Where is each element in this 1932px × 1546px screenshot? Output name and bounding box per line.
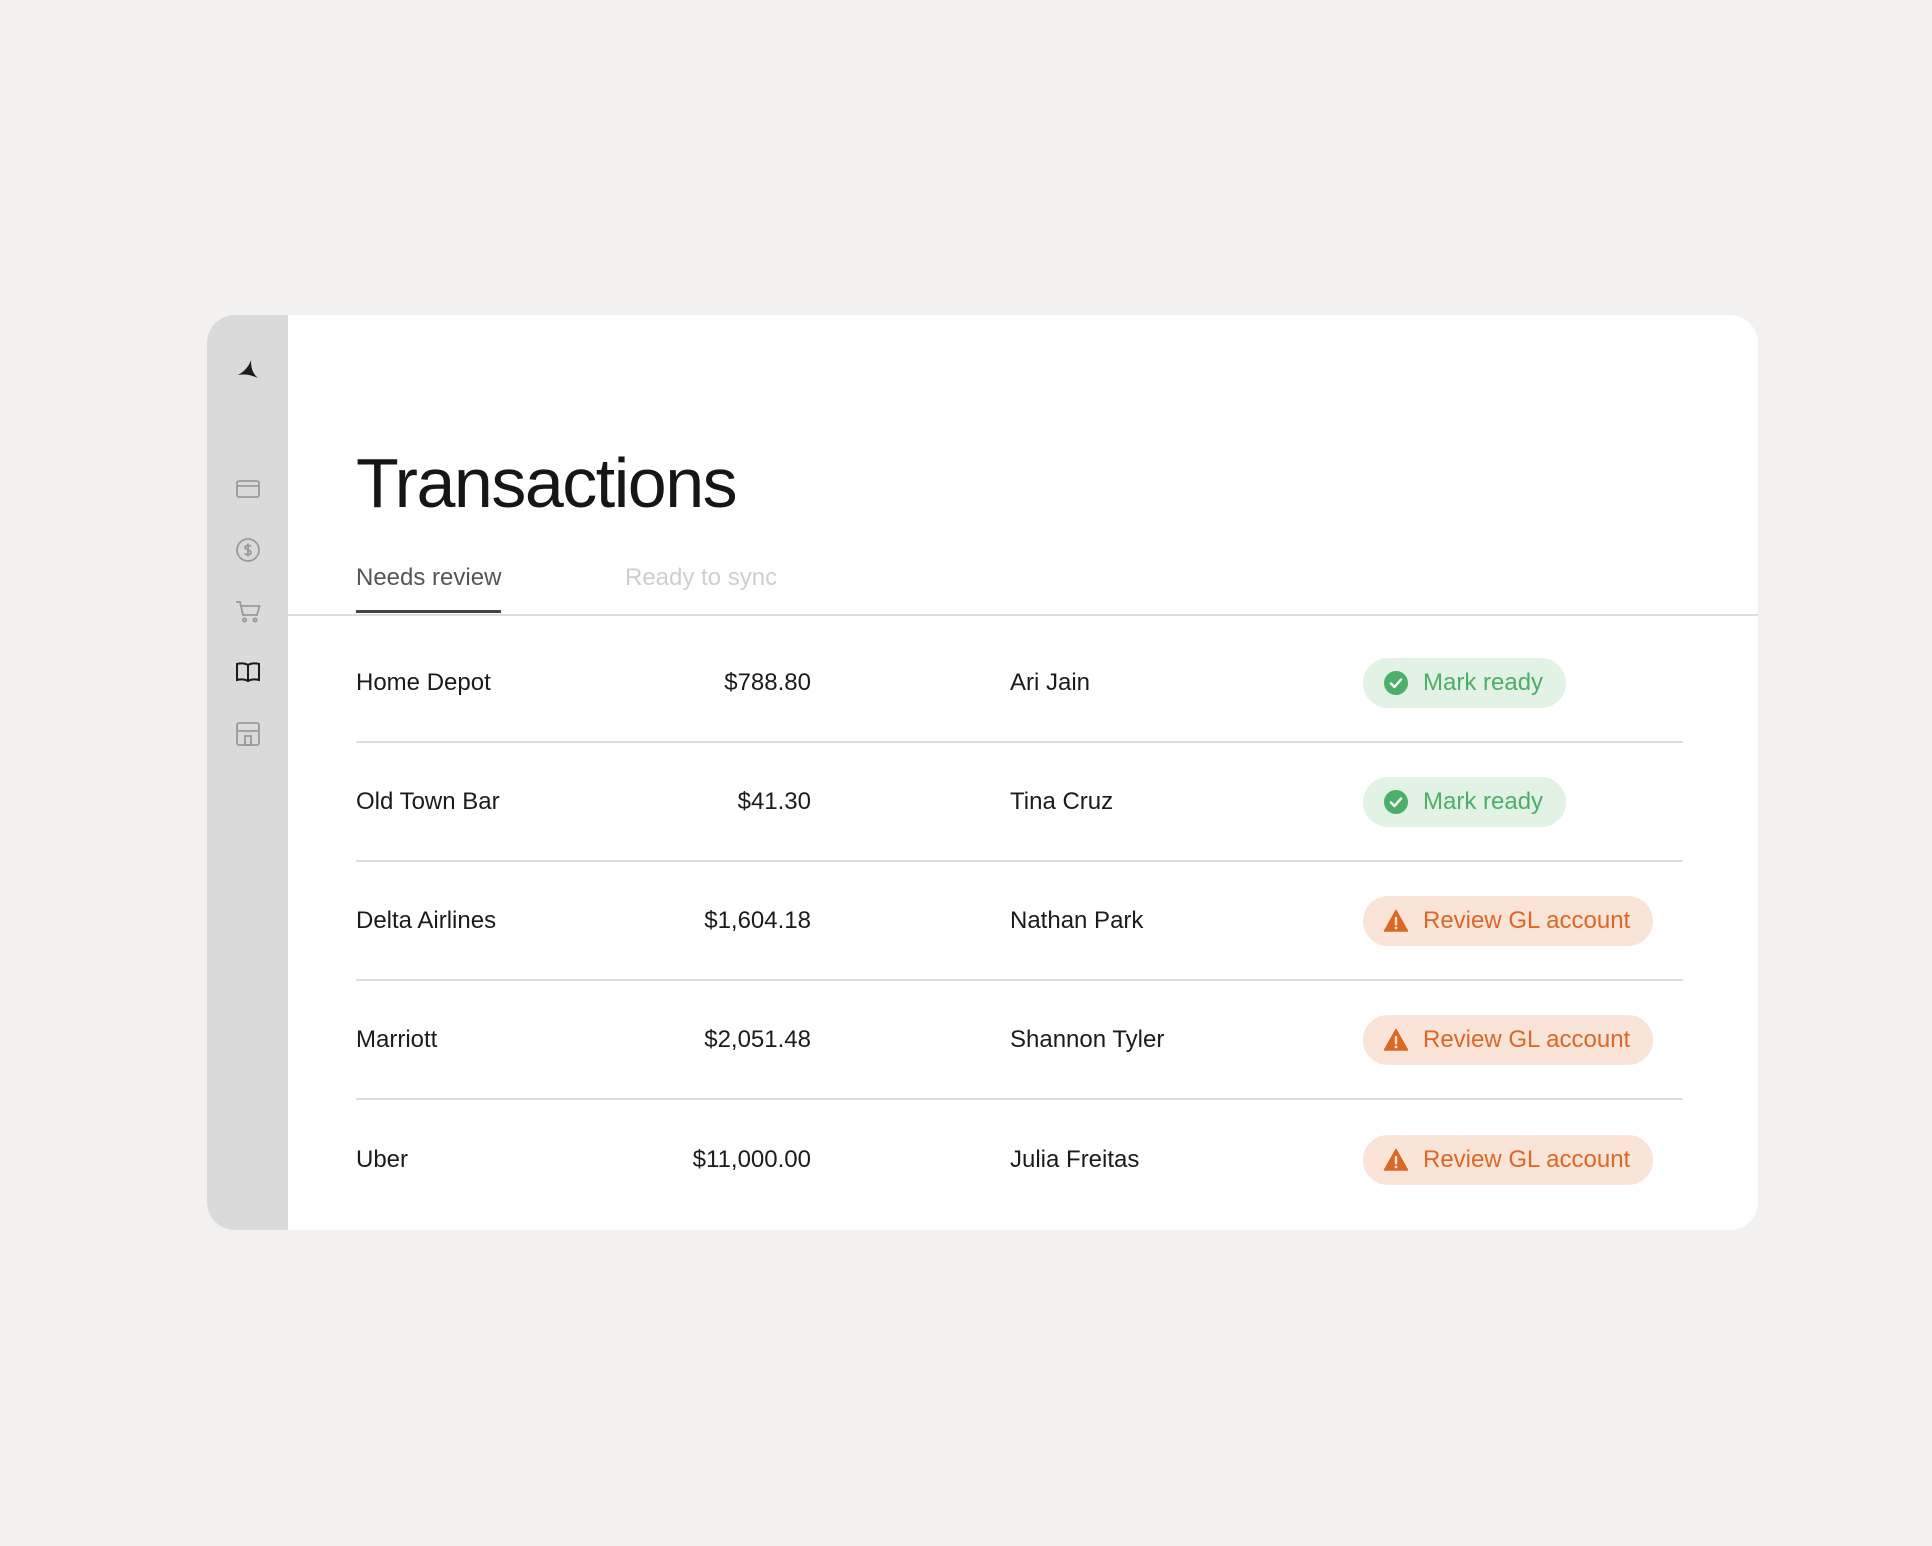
merchant-name: Delta Airlines xyxy=(356,906,497,934)
review-gl-account-button[interactable]: Review GL account xyxy=(1363,1014,1654,1065)
table-row[interactable]: Uber $11,000.00 Julia Freitas Review GL … xyxy=(356,1100,1683,1219)
review-gl-account-button[interactable]: Review GL account xyxy=(1363,895,1654,946)
badge-label: Review GL account xyxy=(1423,1025,1631,1053)
cardholder-name: Ari Jain xyxy=(1010,668,1091,696)
merchant-name: Uber xyxy=(356,1145,409,1173)
mark-ready-button[interactable]: Mark ready xyxy=(1363,657,1567,708)
amount: $2,051.48 xyxy=(704,1025,811,1053)
amount: $11,000.00 xyxy=(692,1145,811,1173)
card-icon[interactable] xyxy=(234,475,262,503)
merchant-name: Old Town Bar xyxy=(356,787,500,815)
book-icon[interactable] xyxy=(234,658,262,686)
tab-ready-to-sync[interactable]: Ready to sync xyxy=(625,564,777,610)
table-row[interactable]: Marriott $2,051.48 Shannon Tyler Review … xyxy=(356,981,1683,1100)
amount: $41.30 xyxy=(737,787,811,815)
page-title: Transactions xyxy=(356,444,738,522)
table-row[interactable]: Delta Airlines $1,604.18 Nathan Park Rev… xyxy=(356,862,1683,981)
main-content: Transactions Needs review Ready to sync … xyxy=(288,315,1758,1230)
dollar-icon[interactable] xyxy=(234,536,262,564)
table-row[interactable]: Old Town Bar $41.30 Tina Cruz Mark ready xyxy=(356,743,1683,862)
badge-label: Review GL account xyxy=(1423,906,1631,934)
cardholder-name: Nathan Park xyxy=(1010,906,1144,934)
sidebar xyxy=(207,315,288,1230)
store-icon[interactable] xyxy=(234,720,262,748)
mark-ready-button[interactable]: Mark ready xyxy=(1363,776,1567,827)
table-row[interactable]: Home Depot $788.80 Ari Jain Mark ready xyxy=(356,624,1683,743)
cardholder-name: Julia Freitas xyxy=(1010,1145,1140,1173)
check-circle-icon xyxy=(1383,789,1409,815)
amount: $1,604.18 xyxy=(704,906,811,934)
cardholder-name: Tina Cruz xyxy=(1010,787,1114,815)
check-circle-icon xyxy=(1383,670,1409,696)
app-window: Transactions Needs review Ready to sync … xyxy=(207,315,1758,1230)
logo-icon[interactable] xyxy=(234,355,262,383)
badge-label: Mark ready xyxy=(1423,668,1544,696)
warning-icon xyxy=(1383,1147,1409,1173)
warning-icon xyxy=(1383,908,1409,934)
cardholder-name: Shannon Tyler xyxy=(1010,1025,1165,1053)
merchant-name: Home Depot xyxy=(356,668,491,696)
tab-bar: Needs review Ready to sync xyxy=(288,547,1758,616)
cart-icon[interactable] xyxy=(234,597,262,625)
merchant-name: Marriott xyxy=(356,1025,438,1053)
tab-needs-review[interactable]: Needs review xyxy=(356,564,502,613)
review-gl-account-button[interactable]: Review GL account xyxy=(1363,1134,1654,1185)
badge-label: Mark ready xyxy=(1423,787,1544,815)
amount: $788.80 xyxy=(724,668,811,696)
badge-label: Review GL account xyxy=(1423,1145,1631,1173)
transactions-list: Home Depot $788.80 Ari Jain Mark ready O… xyxy=(356,624,1683,1219)
warning-icon xyxy=(1383,1027,1409,1053)
